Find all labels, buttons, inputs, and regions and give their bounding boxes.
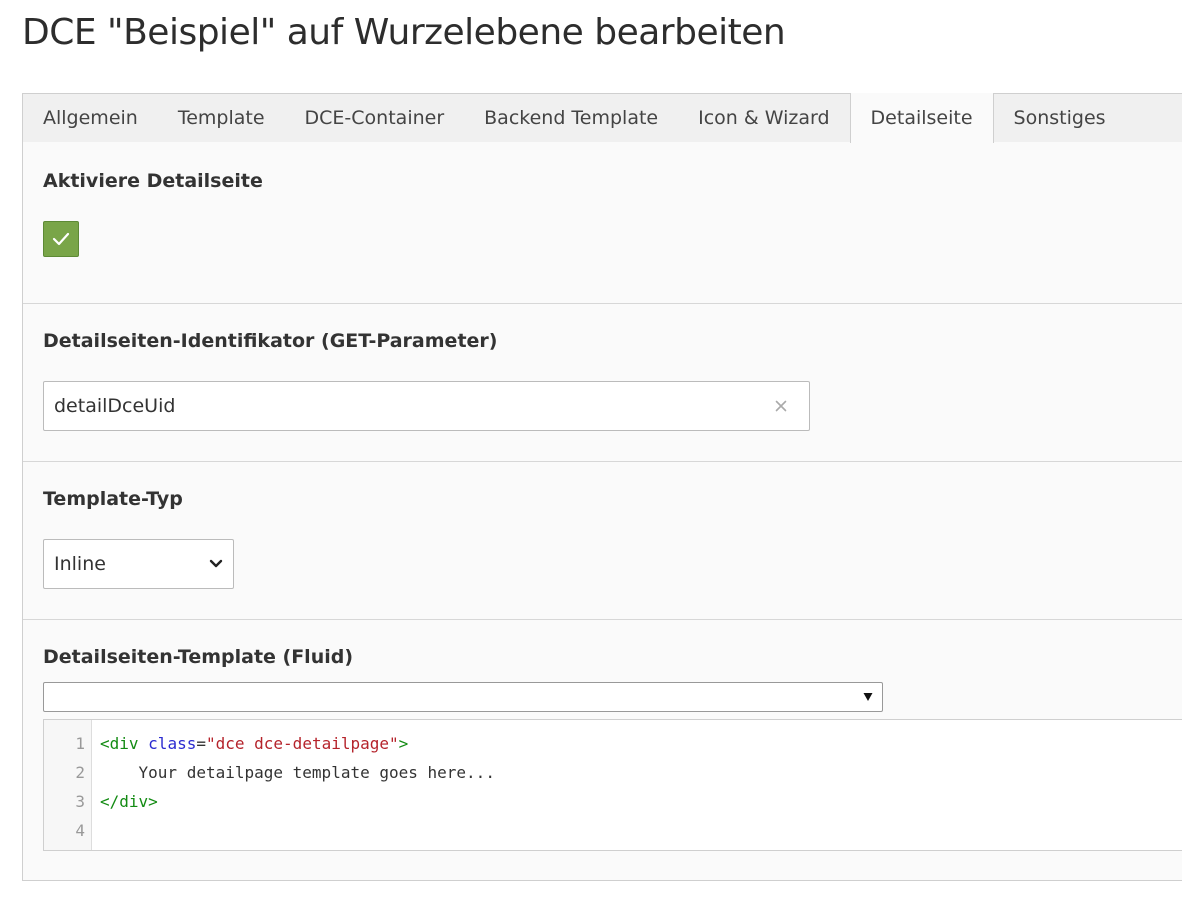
check-icon (52, 232, 70, 246)
template-type-select[interactable]: Inline (43, 539, 234, 589)
template-type-selected: Inline (54, 553, 106, 575)
tab-backend-template[interactable]: Backend Template (464, 94, 678, 142)
line-number: 4 (75, 821, 85, 840)
enable-detailpage-label: Aktiviere Detailseite (43, 170, 263, 192)
tab-dce-container[interactable]: DCE-Container (285, 94, 465, 142)
code-token-tag-close: > (398, 734, 409, 753)
template-type-label: Template-Typ (43, 488, 183, 510)
code-token-eq: = (196, 734, 206, 753)
page-title: DCE "Beispiel" auf Wurzelebene bearbeite… (22, 12, 786, 53)
code-editor[interactable]: 1 2 3 4 <div class="dce dce-detailpage">… (43, 719, 1182, 851)
tab-icon-wizard[interactable]: Icon & Wizard (678, 94, 849, 142)
section-detailpage-template: Detailseiten-Template (Fluid) 1 2 3 4 <d… (23, 620, 1182, 880)
tab-bar: Allgemein Template DCE-Container Backend… (22, 93, 1182, 143)
section-template-type: Template-Typ Inline (23, 462, 1182, 620)
tab-allgemein[interactable]: Allgemein (23, 94, 158, 142)
enable-detailpage-checkbox[interactable] (43, 221, 79, 257)
tab-detailseite[interactable]: Detailseite (849, 93, 994, 143)
code-token-string: "dce dce-detailpage" (205, 734, 399, 753)
close-icon[interactable] (771, 396, 791, 416)
section-identifier: Detailseiten-Identifikator (GET-Paramete… (23, 304, 1182, 462)
code-line-1: <div class="dce dce-detailpage"> (100, 732, 495, 761)
line-number: 3 (75, 792, 85, 811)
identifier-input-value: detailDceUid (54, 395, 176, 417)
section-enable-detailpage: Aktiviere Detailseite (23, 142, 1182, 304)
identifier-input[interactable]: detailDceUid (43, 381, 810, 431)
identifier-label: Detailseiten-Identifikator (GET-Paramete… (43, 330, 498, 352)
code-gutter: 1 2 3 4 (44, 720, 92, 850)
caret-down-icon (863, 693, 873, 701)
line-number: 2 (75, 763, 85, 782)
code-line-2: Your detailpage template goes here... (100, 763, 495, 782)
chevron-down-icon (209, 559, 223, 568)
detailpage-template-label: Detailseiten-Template (Fluid) (43, 646, 354, 668)
template-preset-select[interactable] (43, 682, 883, 712)
tab-panel-detailseite: Aktiviere Detailseite Detailseiten-Ident… (22, 142, 1182, 881)
code-token-tag: <div (100, 734, 139, 753)
code-lines[interactable]: <div class="dce dce-detailpage"> Your de… (92, 720, 495, 850)
code-line-3: </div> (100, 792, 158, 811)
line-number: 1 (75, 734, 85, 753)
tab-template[interactable]: Template (158, 94, 285, 142)
tab-sonstiges[interactable]: Sonstiges (994, 94, 1126, 142)
code-token-attr: class (148, 734, 197, 753)
